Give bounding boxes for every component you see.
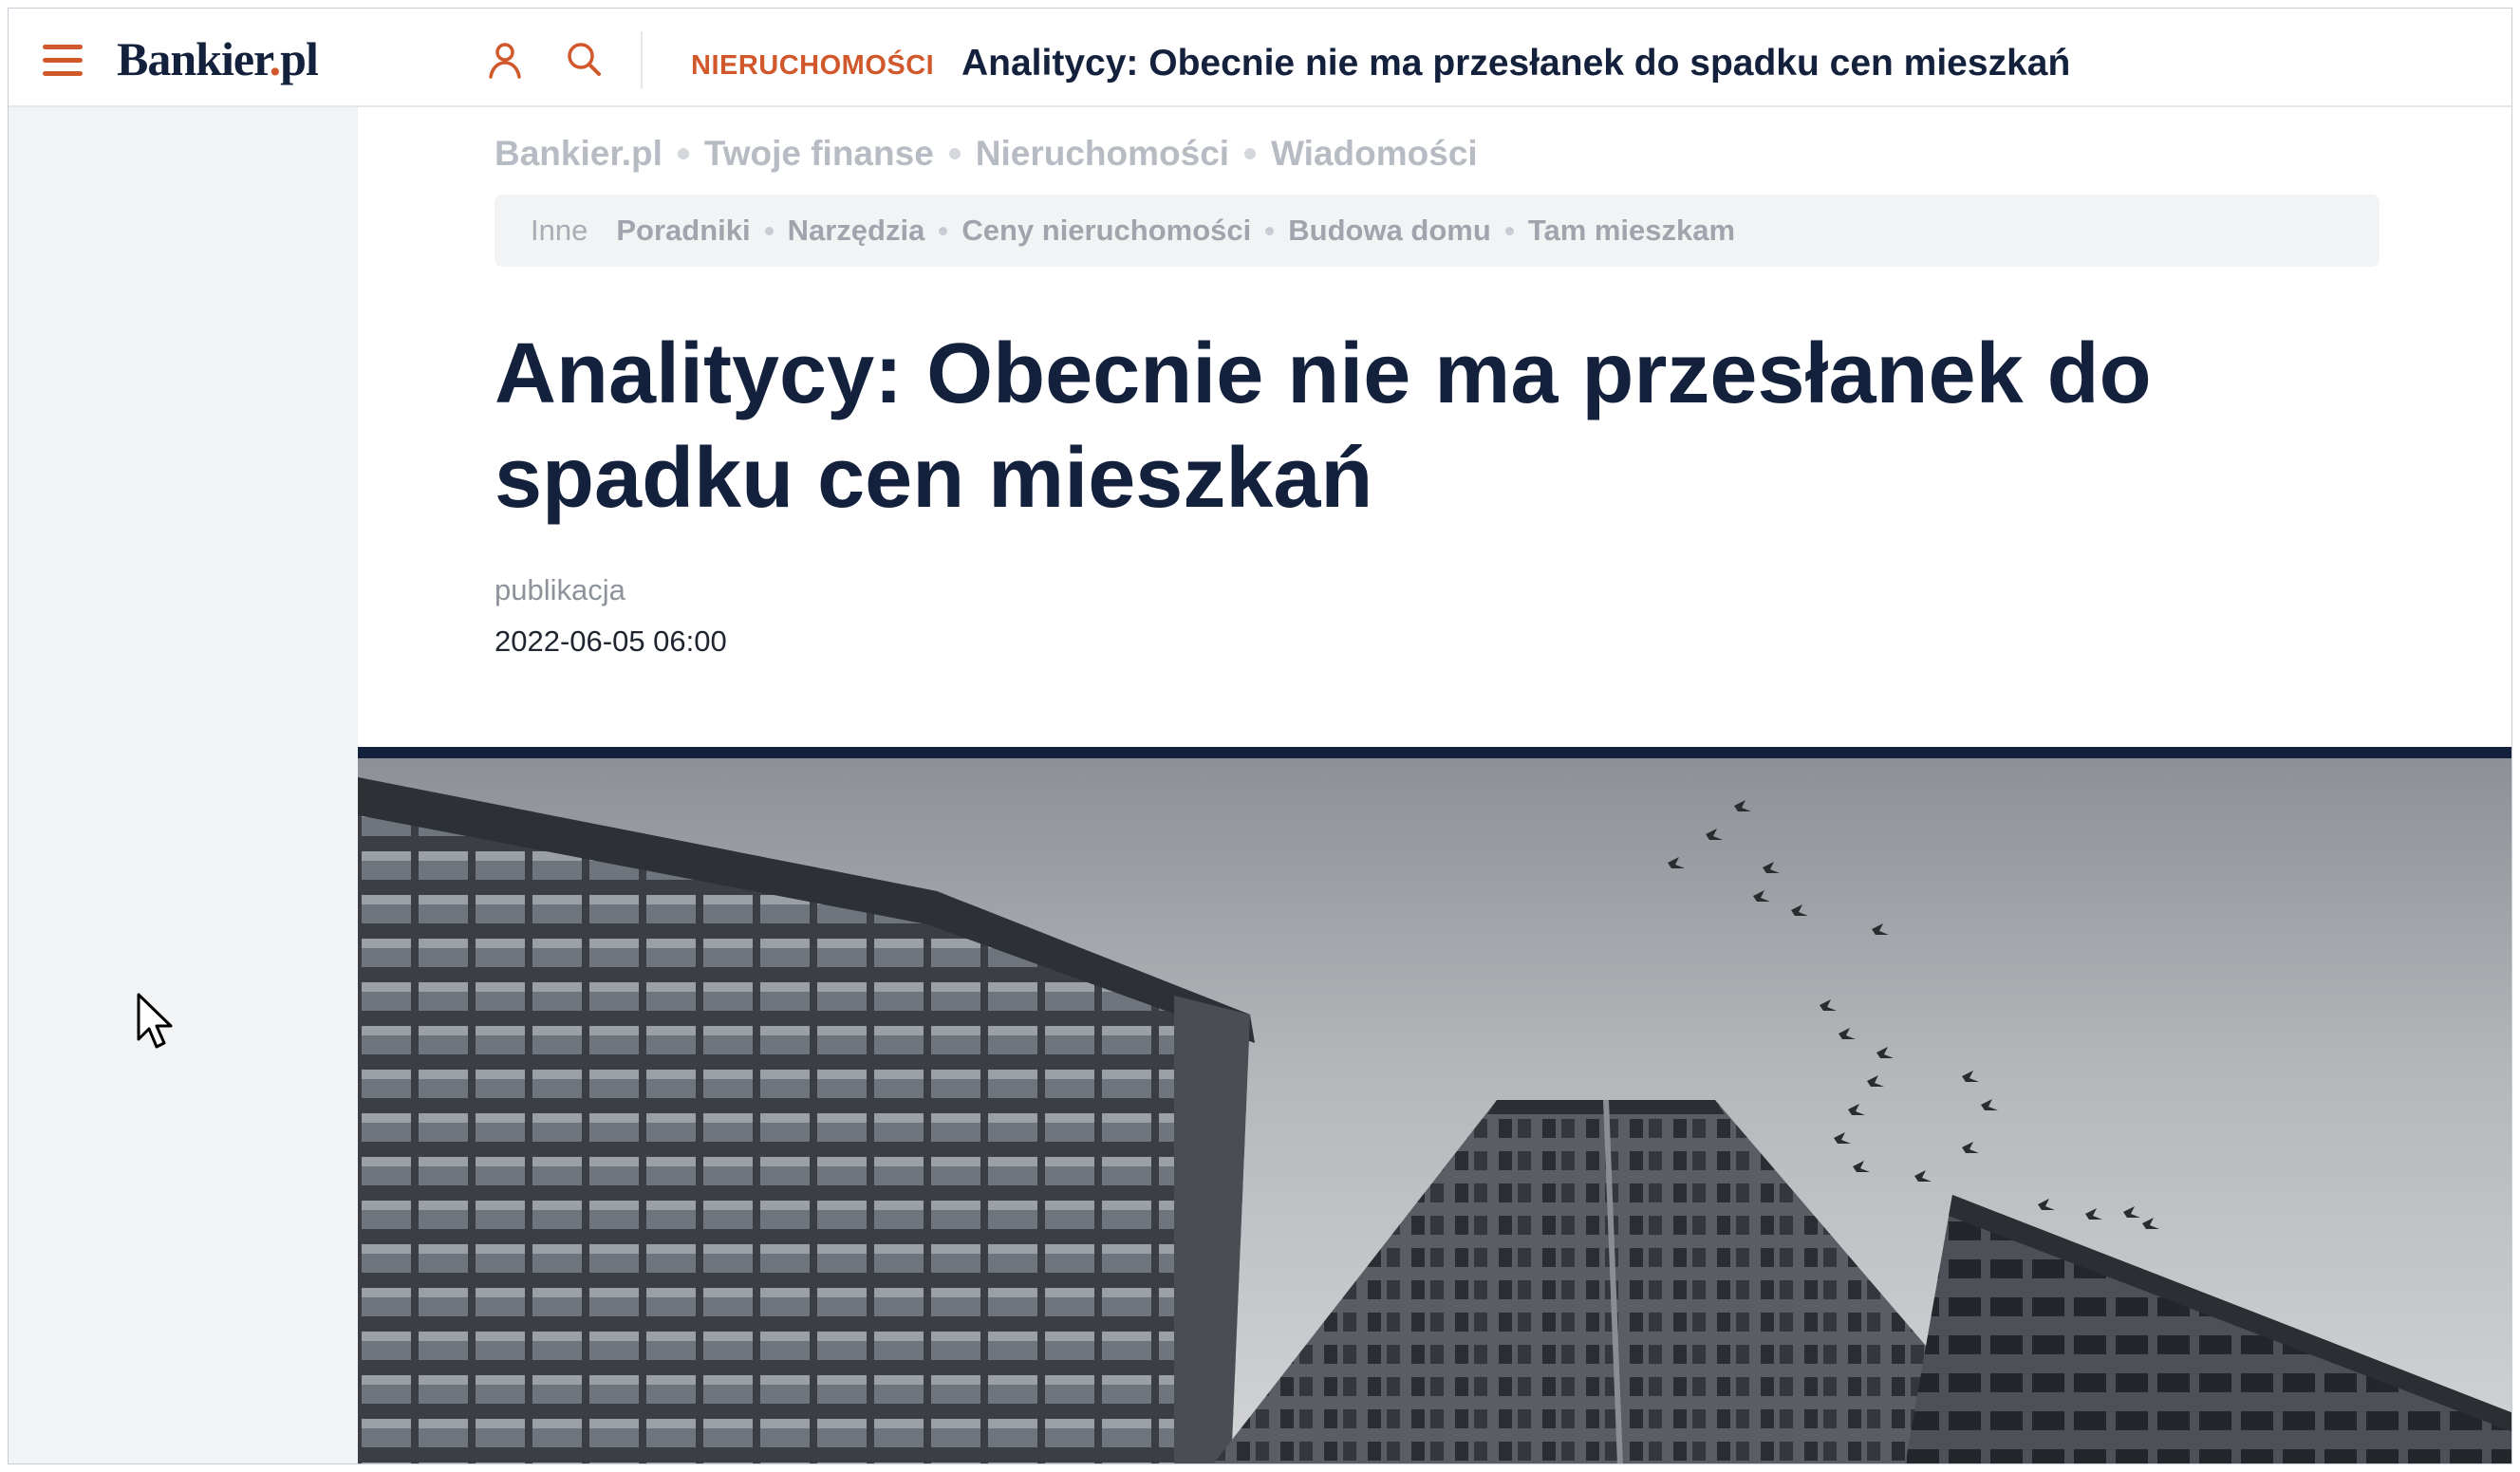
header-divider [641, 31, 643, 88]
section-tag[interactable]: NIERUCHOMOŚCI [691, 50, 934, 82]
subnav-item-budowa-domu[interactable]: Budowa domu [1288, 214, 1491, 248]
subnav-item-narzedzia[interactable]: Narzędzia [788, 214, 925, 248]
sub-navigation: Inne Poradniki Narzędzia Ceny nieruchomo… [495, 195, 2380, 267]
search-icon[interactable] [561, 37, 608, 84]
breadcrumb-item-wiadomosci[interactable]: Wiadomości [1271, 134, 1478, 174]
subnav-separator [1265, 226, 1275, 235]
subnav-item-tam-mieszkam[interactable]: Tam mieszkam [1528, 214, 1735, 248]
article-hero-image [358, 747, 2511, 1463]
subnav-separator [939, 226, 948, 235]
subnav-label: Inne [531, 214, 588, 247]
breadcrumb: Bankier.pl Twoje finanse Nieruchomości W… [495, 134, 1478, 174]
mouse-cursor-icon [136, 992, 174, 1051]
site-header: Bankier.pl NIERUCHOMOŚCI Analitycy: Obec… [9, 9, 2511, 107]
user-icon[interactable] [481, 37, 529, 84]
breadcrumb-separator [948, 148, 961, 159]
breadcrumb-separator [677, 148, 689, 159]
site-logo[interactable]: Bankier.pl [117, 31, 319, 86]
browser-viewport: Bankier.pl NIERUCHOMOŚCI Analitycy: Obec… [8, 8, 2512, 1464]
article-title: Analitycy: Obecnie nie ma przesłanek do … [495, 326, 2152, 526]
subnav-item-ceny-nieruchomosci[interactable]: Ceny nieruchomości [961, 214, 1251, 248]
publication-label: publikacja [495, 573, 625, 606]
header-article-title: Analitycy: Obecnie nie ma przesłanek do … [961, 43, 2071, 84]
breadcrumb-item-twoje-finanse[interactable]: Twoje finanse [704, 134, 934, 174]
subnav-separator [1504, 226, 1514, 235]
subnav-item-poradniki[interactable]: Poradniki [616, 214, 750, 248]
publication-date: 2022-06-05 06:00 [495, 624, 727, 658]
breadcrumb-item-bankier[interactable]: Bankier.pl [495, 134, 663, 174]
menu-icon[interactable] [43, 45, 83, 77]
subnav-separator [764, 226, 774, 235]
left-sidebar-placeholder [9, 107, 358, 1463]
breadcrumb-separator [1244, 148, 1257, 159]
breadcrumb-item-nieruchomosci[interactable]: Nieruchomości [976, 134, 1229, 174]
